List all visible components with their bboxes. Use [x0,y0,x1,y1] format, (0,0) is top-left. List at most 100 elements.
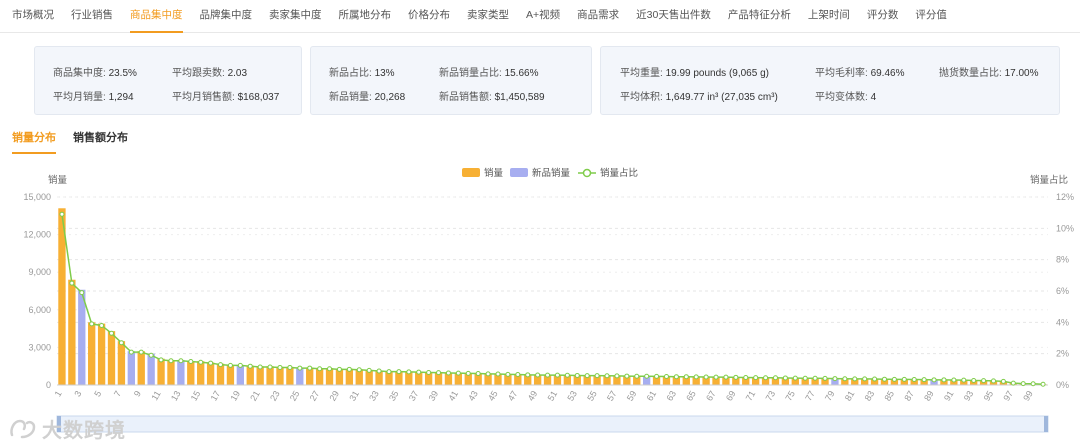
y-tick-label: 9,000 [28,267,51,277]
share-point-73 [772,375,778,381]
tab-nav-9[interactable]: 商品需求 [577,0,619,33]
share-point-99 [1030,381,1036,387]
share-point-53 [574,372,580,378]
stats-card-concentration: 商品集中度: 23.5% 平均跟卖数: 2.03 平均月销量: 1,294 平均… [34,46,302,115]
tab-nav-14[interactable]: 评分值 [915,0,947,33]
share-point-37 [416,369,422,375]
share-point-92 [961,377,967,383]
tab-nav-1[interactable]: 行业销售 [71,0,113,33]
x-tick-label: 95 [982,389,996,403]
share-point-1 [59,211,65,217]
share-point-23 [277,364,283,370]
bar-12 [167,359,175,385]
stat-fba-ratio: 抛货数量占比: 17.00% [939,64,1038,79]
tab-nav-0[interactable]: 市场概况 [12,0,54,33]
share-point-91 [951,377,957,383]
x-tick-label: 69 [724,389,738,403]
x-tick-label: 19 [228,389,242,403]
x-tick-label: 85 [882,389,896,403]
x-tick-label: 45 [486,389,500,403]
tab-nav-3[interactable]: 品牌集中度 [200,0,253,33]
stat-value: 69.46% [870,68,905,79]
watermark: 大数跨境 [8,414,126,443]
share-point-7 [118,340,124,346]
x-tick-label: 17 [209,389,223,403]
zoom-slider-right-handle[interactable] [1044,416,1048,432]
share-point-96 [1000,378,1006,384]
share-point-30 [346,366,352,372]
tab-nav-6[interactable]: 价格分布 [408,0,450,33]
tab-nav-4[interactable]: 卖家集中度 [269,0,322,33]
share-point-83 [872,376,878,382]
x-tick-label: 93 [962,389,976,403]
stat-new-sales-ratio: 新品销量占比: 15.66% [439,64,538,79]
stat-value: 20,268 [374,92,406,103]
stat-avg-margin: 平均毛利率: 69.46% [815,64,904,79]
share-point-93 [971,377,977,383]
stat-label: 商品集中度: [53,68,106,79]
share-point-87 [911,377,917,383]
zoom-slider-track[interactable] [56,415,1049,433]
x-tick-label: 99 [1021,389,1035,403]
bar-9 [137,351,145,385]
bar-19 [236,364,244,385]
share-point-54 [584,373,590,379]
x-tick-label: 23 [268,389,282,403]
share-point-44 [485,371,491,377]
bar-10 [147,353,155,385]
share-point-95 [991,378,996,384]
share-point-38 [426,369,432,375]
y2-axis-label: 销量占比 [1030,174,1068,186]
share-point-63 [673,374,679,380]
tab-nav-8[interactable]: A+视频 [526,0,560,33]
bar-4 [88,322,96,385]
tab-sales-distribution[interactable]: 销量分布 [12,128,56,154]
tab-nav-10[interactable]: 近30天售出件数 [636,0,711,33]
stat-value: 1,649.77 in³ (27,035 cm³) [665,92,778,103]
share-point-5 [99,322,105,328]
share-point-88 [921,377,927,383]
share-point-40 [445,370,451,376]
x-tick-label: 15 [189,389,203,403]
stat-label: 平均月销售额: [172,92,235,103]
stats-card-product-specs: 平均重量: 19.99 pounds (9,065 g) 平均毛利率: 69.4… [600,46,1060,115]
x-tick-label: 13 [169,389,183,403]
tab-revenue-distribution[interactable]: 销售额分布 [73,128,128,154]
tab-nav-7[interactable]: 卖家类型 [467,0,509,33]
tab-nav-13[interactable]: 评分数 [867,0,899,33]
x-tick-label: 71 [744,389,758,403]
share-point-60 [644,373,650,379]
share-point-3 [79,290,85,296]
stat-value: 23.5% [108,68,137,79]
share-point-2 [69,280,75,286]
stat-value: $1,450,589 [494,92,545,103]
share-point-21 [257,364,263,370]
share-point-34 [386,369,392,375]
y-tick-label: 0 [46,380,51,390]
x-tick-label: 43 [466,389,480,403]
stat-label: 抛货数量占比: [939,68,1002,79]
share-point-20 [247,363,253,369]
share-point-76 [802,375,808,381]
stat-avg-variants: 平均变体数: 4 [815,88,876,103]
y-tick-label: 12,000 [23,230,51,240]
x-tick-label: 63 [664,389,678,403]
x-tick-label: 47 [506,389,520,403]
share-point-49 [535,372,541,378]
tab-nav-12[interactable]: 上架时间 [808,0,850,33]
share-point-26 [307,365,313,371]
tab-nav-2[interactable]: 商品集中度 [130,0,183,33]
y2-tick-label: 4% [1056,317,1069,327]
sales-distribution-chart: 0 3,000 6,000 9,000 12,000 15,000 0% 2% 4% 6% 8% 10… [23,167,1074,433]
share-point-77 [812,375,818,381]
stat-value: 17.00% [1004,68,1039,79]
stat-value: 1,294 [108,92,134,103]
stat-label: 平均重量: [620,68,663,79]
tab-nav-5[interactable]: 所属地分布 [339,0,392,33]
share-point-71 [753,375,759,381]
tab-nav-11[interactable]: 产品特征分析 [728,0,791,33]
share-point-52 [564,372,570,378]
x-tick-label: 91 [942,389,956,403]
share-point-15 [198,359,204,365]
top-nav: 市场概况 行业销售 商品集中度 品牌集中度 卖家集中度 所属地分布 价格分布 卖家类型 A+视频… [0,0,1080,33]
